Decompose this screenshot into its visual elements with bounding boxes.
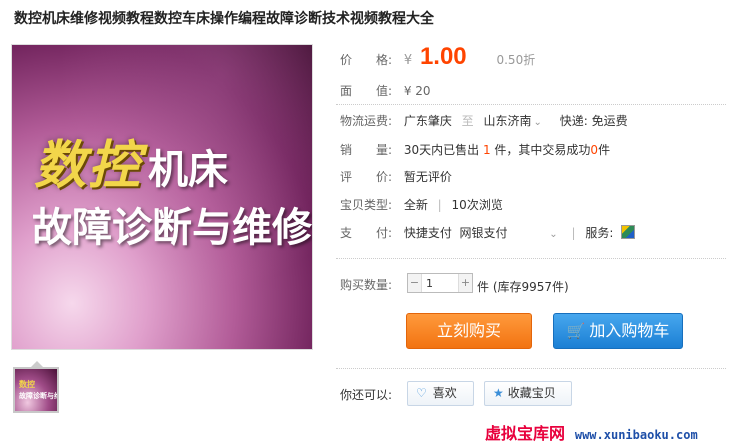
divider: [336, 104, 726, 105]
price-label: 价 格:: [340, 53, 393, 67]
face-value-label: 面 值:: [340, 84, 393, 98]
add-to-cart-label: 加入购物车: [589, 321, 670, 340]
sales-success: 0: [590, 143, 599, 157]
price-discount: 0.50折: [496, 53, 536, 67]
favorite-button[interactable]: ★ 收藏宝贝: [484, 381, 572, 406]
shipping-to-select[interactable]: 山东济南 ⌄: [484, 114, 542, 128]
face-value: ¥ 20: [403, 84, 431, 98]
quantity-label-row: 购买数量:: [340, 276, 400, 293]
product-main-image[interactable]: 数控 机床 故障诊断与维修: [11, 44, 313, 350]
star-icon: ★: [493, 386, 504, 400]
price-row: 价 格: ¥ 1.00 0.50折: [340, 43, 535, 71]
item-condition: 全新: [403, 198, 428, 212]
quantity-input[interactable]: [424, 275, 458, 291]
shipping-to: 山东济南: [483, 114, 532, 128]
item-type-label: 宝贝类型:: [340, 198, 393, 212]
price-symbol: ¥: [403, 53, 413, 68]
review-value[interactable]: 暂无评价: [404, 170, 452, 184]
like-button[interactable]: ♡ 喜欢: [407, 381, 474, 406]
thumb-text-b: 故障诊断与维修: [19, 392, 57, 400]
sales-label: 销 量:: [340, 143, 393, 157]
shipping-row: 物流运费: 广东肇庆 至 山东济南 ⌄ 快递: 免运费: [340, 112, 628, 129]
thumb-text-a: 数控: [19, 380, 35, 389]
quantity-label: 购买数量:: [340, 278, 393, 292]
product-title: 数控机床维修视频教程数控车床操作编程故障诊断技术视频教程大全: [14, 11, 434, 27]
also-label: 你还可以:: [340, 388, 393, 402]
sales-row: 销 量: 30天内已售出 1 件，其中交易成功0件: [340, 141, 610, 158]
like-label: 喜欢: [432, 386, 457, 400]
payment-chevron-down-icon[interactable]: ⌄: [549, 229, 557, 240]
shipping-express: 快递: 免运费: [559, 114, 628, 128]
add-to-cart-button[interactable]: 🛒 加入购物车: [553, 313, 683, 349]
price-value: 1.00: [419, 43, 467, 70]
sales-sold: 1: [482, 143, 491, 157]
payment-label: 支 付:: [340, 226, 393, 240]
shipping-from: 广东肇庆: [403, 114, 452, 128]
stock-text: 件 (库存9957件): [477, 280, 569, 294]
payment-sep: |: [571, 226, 576, 240]
service-label: 服务:: [585, 226, 614, 240]
image-text-line1: 数控 机床: [34, 123, 228, 198]
item-type-row: 宝贝类型: 全新 | 10次浏览: [340, 196, 503, 213]
product-thumbnail[interactable]: 数控 故障诊断与维修: [13, 367, 59, 413]
favorite-label: 收藏宝贝: [507, 386, 556, 400]
sales-mid: 件，其中交易成功: [494, 143, 591, 157]
payment-methods[interactable]: 快捷支付 网银支付: [404, 226, 508, 240]
quantity-stepper: − +: [407, 273, 473, 293]
review-row: 评 价: 暂无评价: [340, 168, 452, 185]
quantity-decrement-button[interactable]: −: [408, 274, 422, 292]
cart-icon: 🛒: [566, 322, 586, 340]
image-text-white: 机床: [148, 146, 229, 193]
item-sep: |: [437, 198, 442, 212]
chevron-down-icon: ⌄: [533, 117, 542, 128]
image-text-line2: 故障诊断与维修: [32, 204, 312, 251]
image-text-gold: 数控: [34, 135, 143, 196]
service-badge-icon[interactable]: [621, 225, 636, 239]
sales-suffix: 件: [598, 143, 611, 157]
face-value-row: 面 值: ¥ 20: [340, 82, 431, 99]
heart-icon: ♡: [416, 386, 427, 400]
payment-row: 支 付: 快捷支付 网银支付 ⌄ | 服务:: [340, 224, 636, 241]
sales-prefix: 30天内已售出: [403, 143, 480, 157]
item-views: 10次浏览: [451, 198, 503, 212]
watermark-url: www.xunibaoku.com: [574, 428, 698, 442]
watermark: 虚拟宝库网 www.xunibaoku.com: [485, 420, 698, 444]
review-label: 评 价:: [340, 170, 393, 184]
watermark-cn: 虚拟宝库网: [485, 424, 566, 443]
shipping-sep: 至: [461, 114, 474, 128]
shipping-label: 物流运费:: [340, 114, 393, 128]
quantity-increment-button[interactable]: +: [458, 274, 472, 292]
divider: [336, 368, 726, 369]
divider: [336, 258, 726, 259]
buy-now-button[interactable]: 立刻购买: [406, 313, 532, 349]
